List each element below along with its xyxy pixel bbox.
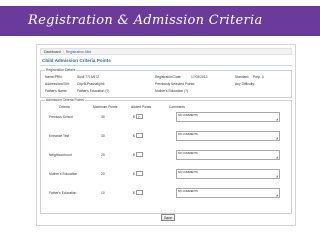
max-points-value: 30 <box>101 134 105 138</box>
registration-details-fieldset: Registration Details Name/PRN: Sunil 771… <box>40 68 292 98</box>
comment-text: NO COMMENTS <box>178 190 198 193</box>
alloted-points-input[interactable]: 7 <box>136 114 143 119</box>
comments-textarea[interactable]: NO COMMENTS ◢ <box>176 169 280 179</box>
registration-details-legend: Registration Details <box>45 68 77 72</box>
criteria-label: Entrance Test <box>49 134 70 138</box>
criteria-row: Mother's Education 20 $ NO COMMENTS ◢ <box>41 168 287 180</box>
admission-criteria-fieldset: Admission Criteria Points Criteria Maxim… <box>40 98 292 214</box>
name-label: Name/PRN: <box>45 75 63 79</box>
registration-row: Name/PRN: Sunil 7715/572 Registration Da… <box>41 75 291 81</box>
resize-grip-icon[interactable]: ◢ <box>276 118 278 121</box>
address-label: Address/and BH: <box>45 82 70 86</box>
resize-grip-icon[interactable]: ◢ <box>276 156 278 159</box>
criteria-row: Entrance Test 30 $ NO COMMENTS ◢ <box>41 130 287 142</box>
comments-textarea[interactable]: NO COMMENTS ◢ <box>176 112 280 122</box>
previous-points-label: Previously Selected Points: <box>155 82 195 86</box>
breadcrumb: Dashboard › Registration Allot <box>40 48 292 55</box>
comments-textarea[interactable]: NO COMMENTS ◢ <box>176 150 280 160</box>
resize-grip-icon[interactable]: ◢ <box>276 137 278 140</box>
alloted-points-header: Alloted Points <box>131 105 152 109</box>
registration-date-label: Registration Date: <box>155 75 182 79</box>
comment-text: NO COMMENTS <box>178 171 198 174</box>
father-education-label: Father's Education (?) <box>77 89 110 93</box>
comments-textarea[interactable]: NO COMMENTS ◢ <box>176 131 280 141</box>
criteria-label: Neighbourhood <box>49 153 72 157</box>
difficulty-label: Any Difficulty: <box>235 82 255 86</box>
currency-symbol: $ <box>133 115 135 119</box>
alloted-points-input[interactable] <box>136 152 143 157</box>
criteria-label: Mother's Education <box>49 172 78 176</box>
criteria-label: Previous School <box>49 115 73 119</box>
standard-label: Standard: <box>235 75 250 79</box>
breadcrumb-home-link[interactable]: Dashboard <box>44 50 61 54</box>
currency-symbol: $ <box>133 191 135 195</box>
registration-row: Father's Name: Father's Education (?) Mo… <box>41 89 291 95</box>
alloted-points-input[interactable] <box>136 190 143 195</box>
name-value: Sunil 7715/572 <box>77 75 99 79</box>
breadcrumb-current: Registration Allot <box>65 50 92 54</box>
currency-symbol: $ <box>133 134 135 138</box>
resize-grip-icon[interactable]: ◢ <box>276 194 278 197</box>
criteria-row: Neighbourhood 20 $ NO COMMENTS ◢ <box>41 149 287 161</box>
admission-criteria-legend: Admission Criteria Points <box>45 98 85 102</box>
registration-row: Address/and BH: City/B-Prashat/phil Prev… <box>41 82 291 88</box>
max-points-value: 10 <box>101 191 105 195</box>
comment-text: NO COMMENTS <box>178 114 198 117</box>
comments-textarea[interactable]: NO COMMENTS ◢ <box>176 188 280 198</box>
comment-text: NO COMMENTS <box>178 133 198 136</box>
title-divider <box>40 65 292 66</box>
breadcrumb-separator-icon: › <box>62 50 64 54</box>
criteria-label: Father's Education <box>49 191 77 195</box>
father-name-label: Father's Name: <box>45 89 68 93</box>
criteria-row: Previous School 30 $ 7 NO COMMENTS ◢ <box>41 111 287 123</box>
mother-education-label: Mother's Education (?) <box>155 89 189 93</box>
alloted-points-input[interactable] <box>136 133 143 138</box>
comment-text: NO COMMENTS <box>178 152 198 155</box>
max-points-value: 30 <box>101 115 105 119</box>
standard-value: Prep. 3 <box>253 75 264 79</box>
currency-symbol: $ <box>133 172 135 176</box>
max-points-value: 20 <box>101 153 105 157</box>
save-button[interactable]: Save <box>161 214 175 221</box>
page-title: Child Admission Criteria Points <box>42 58 111 63</box>
criteria-row: Father's Education 10 $ NO COMMENTS ◢ <box>41 187 287 199</box>
alloted-points-input[interactable] <box>136 171 143 176</box>
slide-title: Registration & Admission Criteria <box>0 6 320 36</box>
app-screenshot: Dashboard › Registration Allot Child Admis… <box>36 44 296 226</box>
registration-date-value: 17/03/2013 <box>191 75 208 79</box>
comments-header: Comments <box>169 105 185 109</box>
max-points-value: 20 <box>101 172 105 176</box>
criteria-header: Criteria <box>59 105 70 109</box>
currency-symbol: $ <box>133 153 135 157</box>
max-points-header: Maximum Points <box>93 105 118 109</box>
resize-grip-icon[interactable]: ◢ <box>276 175 278 178</box>
address-value: City/B-Prashat/phil <box>77 82 105 86</box>
